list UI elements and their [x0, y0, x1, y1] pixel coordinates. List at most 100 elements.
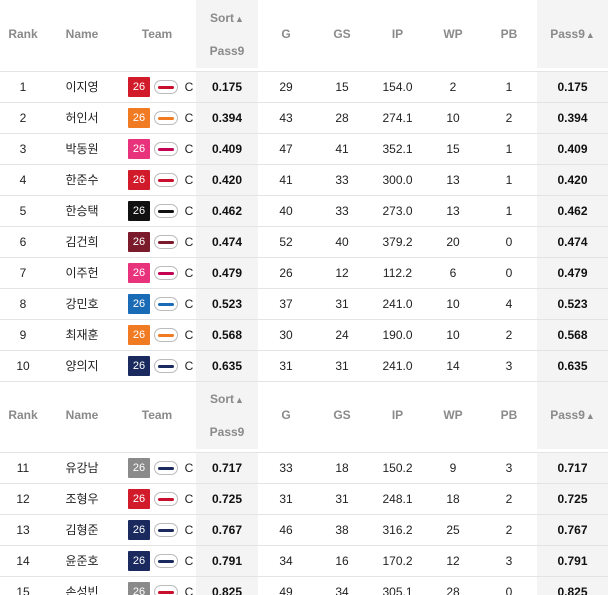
position-label: C: [184, 203, 194, 218]
wp-cell: 10: [425, 102, 481, 134]
g-cell: 33: [258, 452, 314, 484]
table-row[interactable]: 4 한준수 26 C 0.420 41 33 300.0 13 1 0.420: [0, 164, 608, 196]
header-g[interactable]: G: [258, 381, 314, 449]
sort-value: 0.175: [196, 71, 258, 103]
table-row[interactable]: 1 이지영 26 C 0.175 29 15 154.0 2 1 0.175: [0, 71, 608, 103]
wp-cell: 9: [425, 452, 481, 484]
team-cell: 26 C: [118, 452, 196, 484]
g-cell: 40: [258, 195, 314, 227]
pass9-cell: 0.791: [537, 545, 608, 577]
position-label: C: [184, 141, 194, 156]
pb-cell: 3: [481, 350, 537, 382]
pass9-arrow-icon: ▲: [585, 30, 595, 40]
player-name[interactable]: 박동원: [46, 133, 118, 165]
sort-label[interactable]: Sort▲: [196, 391, 258, 408]
header-pb[interactable]: PB: [481, 381, 537, 449]
ip-cell: 316.2: [370, 514, 425, 546]
uniform-number-badge: 26: [128, 107, 150, 128]
position-label: C: [184, 460, 194, 475]
wp-cell: 10: [425, 288, 481, 320]
rank-cell: 12: [0, 483, 46, 515]
table-row[interactable]: 10 양의지 26 C 0.635 31 31 241.0 14 3 0.635: [0, 350, 608, 382]
table-row[interactable]: 2 허인서 26 C 0.394 43 28 274.1 10 2 0.394: [0, 102, 608, 134]
header-team[interactable]: Team: [118, 381, 196, 449]
table-row[interactable]: 6 김건희 26 C 0.474 52 40 379.2 20 0 0.474: [0, 226, 608, 258]
team-cell: 26 C: [118, 319, 196, 351]
table-row[interactable]: 13 김형준 26 C 0.767 46 38 316.2 25 2 0.767: [0, 514, 608, 546]
pass9-text: Pass9: [550, 27, 585, 41]
table-row[interactable]: 7 이주헌 26 C 0.479 26 12 112.2 6 0 0.479: [0, 257, 608, 289]
header-pass9[interactable]: Pass9▲: [537, 381, 608, 449]
sort-text: Sort: [210, 391, 235, 406]
pb-cell: 1: [481, 195, 537, 227]
player-name[interactable]: 이주헌: [46, 257, 118, 289]
header-wp[interactable]: WP: [425, 0, 481, 68]
header-gs[interactable]: GS: [314, 0, 370, 68]
gs-cell: 28: [314, 102, 370, 134]
header-pass9[interactable]: Pass9▲: [537, 0, 608, 68]
wp-cell: 28: [425, 576, 481, 595]
header-ip[interactable]: IP: [370, 0, 425, 68]
wp-cell: 13: [425, 195, 481, 227]
player-name[interactable]: 최재훈: [46, 319, 118, 351]
uniform-number-badge: 26: [128, 293, 150, 314]
gs-cell: 33: [314, 195, 370, 227]
header-name[interactable]: Name: [46, 0, 118, 68]
table-row[interactable]: 14 윤준호 26 C 0.791 34 16 170.2 12 3 0.791: [0, 545, 608, 577]
header-rank[interactable]: Rank: [0, 381, 46, 449]
header-sort[interactable]: Sort▲ Pass9: [196, 381, 258, 449]
position-label: C: [184, 327, 194, 342]
player-name[interactable]: 유강남: [46, 452, 118, 484]
g-cell: 52: [258, 226, 314, 258]
sort-field-label: Pass9: [209, 43, 245, 58]
player-name[interactable]: 양의지: [46, 350, 118, 382]
pb-cell: 2: [481, 319, 537, 351]
sort-label[interactable]: Sort▲: [196, 10, 258, 27]
rank-cell: 1: [0, 71, 46, 103]
table-row[interactable]: 11 유강남 26 C 0.717 33 18 150.2 9 3 0.717: [0, 452, 608, 484]
team-cell: 26 C: [118, 350, 196, 382]
team-cell: 26 C: [118, 288, 196, 320]
player-name[interactable]: 손성빈: [46, 576, 118, 595]
table-row[interactable]: 8 강민호 26 C 0.523 37 31 241.0 10 4 0.523: [0, 288, 608, 320]
header-team[interactable]: Team: [118, 0, 196, 68]
ip-cell: 154.0: [370, 71, 425, 103]
header-sort[interactable]: Sort▲ Pass9: [196, 0, 258, 68]
header-rank[interactable]: Rank: [0, 0, 46, 68]
rank-cell: 5: [0, 195, 46, 227]
player-name[interactable]: 윤준호: [46, 545, 118, 577]
header-name[interactable]: Name: [46, 381, 118, 449]
pb-cell: 3: [481, 545, 537, 577]
header-gs[interactable]: GS: [314, 381, 370, 449]
header-g[interactable]: G: [258, 0, 314, 68]
ip-cell: 273.0: [370, 195, 425, 227]
table-row[interactable]: 3 박동원 26 C 0.409 47 41 352.1 15 1 0.409: [0, 133, 608, 165]
table-row[interactable]: 15 손성빈 26 C 0.825 49 34 305.1 28 0 0.825: [0, 576, 608, 595]
player-name[interactable]: 강민호: [46, 288, 118, 320]
position-label: C: [184, 79, 194, 94]
table-row[interactable]: 9 최재훈 26 C 0.568 30 24 190.0 10 2 0.568: [0, 319, 608, 351]
player-name[interactable]: 이지영: [46, 71, 118, 103]
pass9-cell: 0.175: [537, 71, 608, 103]
pb-cell: 4: [481, 288, 537, 320]
team-logo-icon: [154, 584, 178, 595]
pass9-cell: 0.523: [537, 288, 608, 320]
pass9-cell: 0.394: [537, 102, 608, 134]
player-name[interactable]: 조형우: [46, 483, 118, 515]
rank-cell: 9: [0, 319, 46, 351]
header-ip[interactable]: IP: [370, 381, 425, 449]
player-name[interactable]: 한승택: [46, 195, 118, 227]
player-name[interactable]: 허인서: [46, 102, 118, 134]
header-wp[interactable]: WP: [425, 381, 481, 449]
sort-value: 0.825: [196, 576, 258, 595]
player-name[interactable]: 한준수: [46, 164, 118, 196]
rank-cell: 3: [0, 133, 46, 165]
table-row[interactable]: 5 한승택 26 C 0.462 40 33 273.0 13 1 0.462: [0, 195, 608, 227]
header-pb[interactable]: PB: [481, 0, 537, 68]
player-name[interactable]: 김건희: [46, 226, 118, 258]
pb-cell: 2: [481, 483, 537, 515]
table-row[interactable]: 12 조형우 26 C 0.725 31 31 248.1 18 2 0.725: [0, 483, 608, 515]
position-label: C: [184, 553, 194, 568]
player-name[interactable]: 김형준: [46, 514, 118, 546]
uniform-number-badge: 26: [128, 262, 150, 283]
